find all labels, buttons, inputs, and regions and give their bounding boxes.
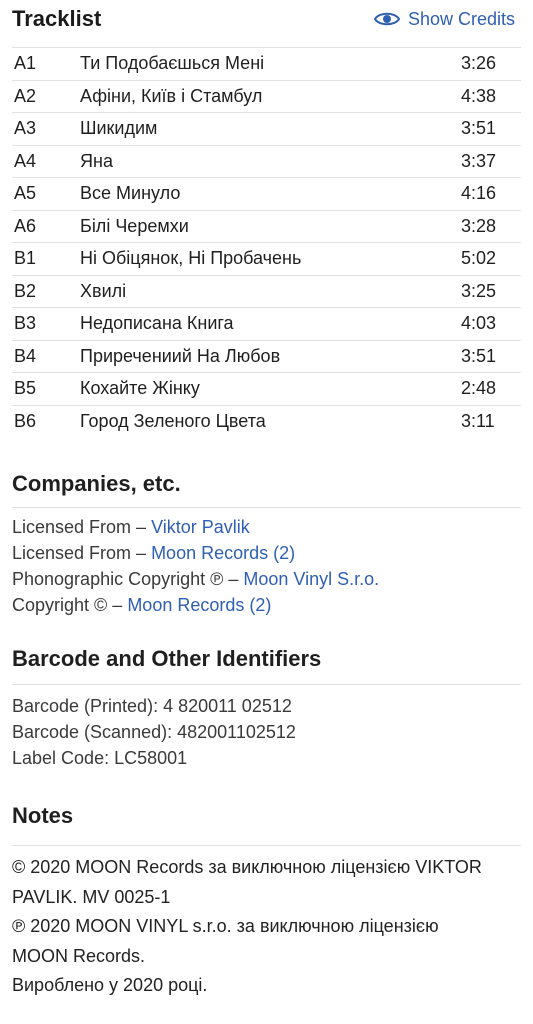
track-title: Город Зеленого Цвета: [80, 410, 266, 431]
track-row[interactable]: B2 Хвилі 3:25: [12, 276, 521, 308]
company-link[interactable]: Moon Records (2): [151, 543, 295, 563]
track-position: B4: [14, 345, 37, 366]
track-title: Приречениий На Любов: [80, 345, 281, 366]
company-item: Licensed From – Viktor Pavlik: [12, 514, 521, 540]
track-duration: 3:25: [461, 280, 497, 301]
tracklist-header: Tracklist Show Credits: [12, 0, 521, 38]
track-title: Афіни, Київ і Стамбул: [80, 85, 263, 106]
companies-title: Companies, etc.: [12, 471, 181, 496]
track-duration: 3:51: [461, 345, 497, 366]
track-row[interactable]: B1 Ні Обіцянок, Ні Пробачень 5:02: [12, 243, 521, 276]
track-position: B5: [14, 378, 37, 399]
notes-line: Вироблено у 2020 році.: [12, 975, 208, 995]
track-title: Хвилі: [80, 280, 127, 301]
track-duration: 4:03: [461, 313, 497, 334]
company-item: Copyright © – Moon Records (2): [12, 592, 521, 618]
track-duration: 5:02: [461, 248, 497, 269]
track-title: Ні Обіцянок, Ні Пробачень: [80, 248, 302, 269]
company-link[interactable]: Moon Vinyl S.r.o.: [243, 569, 379, 589]
track-title: Білі Черемхи: [80, 215, 189, 236]
company-role: Phonographic Copyright ℗ –: [12, 569, 244, 589]
track-title: Все Минуло: [80, 183, 181, 204]
track-duration: 3:11: [461, 410, 495, 431]
track-row[interactable]: A3 Шикидим 3:51: [12, 113, 521, 146]
track-title: Шикидим: [80, 118, 158, 139]
identifier-item: Barcode (Printed): 4 820011 02512: [12, 696, 292, 716]
track-position: B1: [14, 248, 37, 269]
track-position: B3: [14, 313, 37, 334]
company-link[interactable]: Moon Records (2): [127, 595, 271, 615]
track-position: A3: [14, 118, 37, 139]
track-position: A2: [14, 85, 37, 106]
track-position: A5: [14, 183, 37, 204]
company-item: Licensed From – Moon Records (2): [12, 540, 521, 566]
notes-line: ℗ 2020 MOON VINYL s.r.o. за виключною лі…: [12, 916, 439, 936]
track-row[interactable]: A1 Ти Подобаєшься Мені 3:26: [12, 48, 521, 81]
company-item: Phonographic Copyright ℗ – Moon Vinyl S.…: [12, 566, 521, 592]
notes-title: Notes: [12, 803, 74, 828]
companies-list: Licensed From – Viktor Pavlik Licensed F…: [12, 507, 521, 618]
track-duration: 2:48: [461, 378, 497, 399]
track-title: Кохайте Жінку: [80, 378, 200, 399]
company-role: Licensed From –: [12, 543, 152, 563]
track-duration: 4:38: [461, 85, 497, 106]
identifiers-title: Barcode and Other Identifiers: [12, 646, 322, 671]
track-title: Яна: [80, 150, 113, 171]
track-duration: 3:51: [461, 118, 497, 139]
track-row[interactable]: A5 Все Минуло 4:16: [12, 178, 521, 211]
eye-icon: [373, 12, 400, 26]
identifiers-section: Barcode and Other Identifiers Barcode (P…: [12, 646, 521, 771]
track-list: A1 Ти Подобаєшься Мені 3:26 A2 Афіни, Київ …: [12, 47, 521, 437]
track-duration: 3:28: [461, 215, 497, 236]
track-duration: 3:26: [461, 53, 497, 74]
track-row[interactable]: A4 Яна 3:37: [12, 146, 521, 178]
track-position: A6: [14, 215, 37, 236]
track-row[interactable]: B5 Кохайте Жінку 2:48: [12, 373, 521, 406]
notes-body: © 2020 MOON Records за виключною ліцензі…: [12, 845, 521, 1001]
show-credits-label: Show Credits: [407, 8, 515, 29]
track-title: Ти Подобаєшься Мені: [80, 53, 265, 74]
companies-section: Companies, etc. Licensed From – Viktor P…: [12, 471, 521, 618]
company-link[interactable]: Viktor Pavlik: [151, 517, 250, 537]
track-duration: 4:16: [461, 183, 497, 204]
track-position: A4: [14, 150, 37, 171]
track-position: B2: [14, 280, 37, 301]
notes-line: © 2020 MOON Records за виключною ліцензі…: [12, 857, 482, 877]
notes-line: PAVLIK. MV 0025-1: [12, 886, 171, 907]
show-credits-button[interactable]: Show Credits: [373, 8, 515, 30]
track-row[interactable]: A6 Білі Черемхи 3:28: [12, 211, 521, 243]
track-duration: 3:37: [461, 150, 497, 171]
identifier-item: Label Code: LC58001: [12, 748, 188, 768]
track-position: B6: [14, 410, 37, 431]
company-role: Copyright © –: [12, 595, 128, 615]
track-row[interactable]: B6 Город Зеленого Цвета 3:11: [12, 406, 521, 438]
release-page: Tracklist Show Credits A1 Ти Подобаєшься …: [0, 0, 533, 1001]
tracklist-title: Tracklist: [12, 6, 102, 31]
company-role: Licensed From –: [12, 517, 152, 537]
track-row[interactable]: B3 Недописана Книга 4:03: [12, 308, 521, 341]
track-title: Недописана Книга: [80, 313, 234, 334]
identifiers-list: Barcode (Printed): 4 820011 02512 Barcod…: [12, 684, 521, 771]
track-position: A1: [14, 53, 37, 74]
identifier-item: Barcode (Scanned): 482001102512: [12, 722, 296, 742]
track-row[interactable]: B4 Приречениий На Любов 3:51: [12, 341, 521, 373]
notes-line: MOON Records.: [12, 945, 146, 966]
notes-section: Notes © 2020 MOON Records за виключною л…: [12, 803, 521, 1001]
track-row[interactable]: A2 Афіни, Київ і Стамбул 4:38: [12, 81, 521, 113]
